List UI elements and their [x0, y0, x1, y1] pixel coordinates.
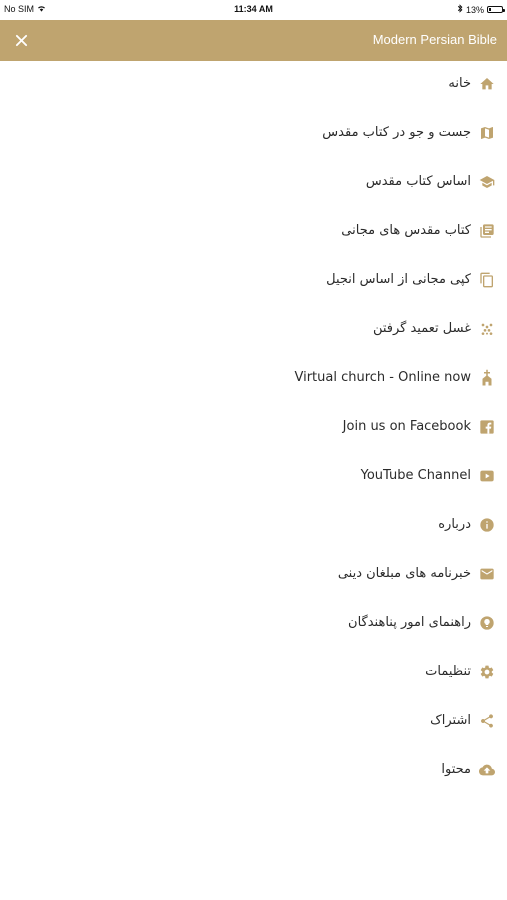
- menu-item-search-bible[interactable]: جست و جو در کتاب مقدس: [0, 110, 507, 159]
- menu-item-missionary-newsletters[interactable]: خبرنامه های مبلغان دینی: [0, 551, 507, 600]
- drawer-menu: خانه جست و جو در کتاب مقدس اساس کتاب مقد…: [0, 61, 507, 796]
- menu-item-label: درباره: [438, 517, 471, 532]
- menu-item-content[interactable]: محتوا: [0, 747, 507, 796]
- drawer-header: Modern Persian Bible: [0, 20, 507, 61]
- bluetooth-icon: [457, 4, 463, 15]
- status-right: 13%: [457, 4, 505, 15]
- battery-icon: [487, 6, 505, 13]
- mail-icon: [477, 564, 497, 584]
- battery-level: [489, 8, 491, 11]
- copy-icon: [477, 270, 497, 290]
- map-icon: [477, 123, 497, 143]
- menu-item-label: Virtual church - Online now: [294, 370, 471, 385]
- menu-item-label: خانه: [448, 76, 471, 91]
- menu-item-label: تنظیمات: [425, 664, 471, 679]
- menu-item-about[interactable]: درباره: [0, 502, 507, 551]
- facebook-icon: [477, 417, 497, 437]
- info-icon: [477, 515, 497, 535]
- menu-item-bible-basics[interactable]: اساس کتاب مقدس: [0, 159, 507, 208]
- menu-item-baptism[interactable]: غسل تعمید گرفتن: [0, 306, 507, 355]
- cloud-upload-icon: [477, 760, 497, 780]
- menu-item-label: غسل تعمید گرفتن: [372, 321, 471, 336]
- menu-item-home[interactable]: خانه: [0, 61, 507, 110]
- sparkle-icon: [477, 319, 497, 339]
- battery-percent: 13%: [465, 4, 484, 15]
- graduation-cap-icon: [477, 172, 497, 192]
- status-bar: No SIM 11:34 AM 13%: [0, 0, 507, 20]
- menu-item-facebook[interactable]: Join us on Facebook: [0, 404, 507, 453]
- menu-item-label: اشتراک: [430, 713, 471, 728]
- menu-item-settings[interactable]: تنظیمات: [0, 649, 507, 698]
- close-icon: [15, 34, 27, 46]
- close-button[interactable]: [8, 26, 34, 54]
- menu-item-share[interactable]: اشتراک: [0, 698, 507, 747]
- menu-item-label: خبرنامه های مبلغان دینی: [337, 566, 471, 581]
- gear-icon: [477, 662, 497, 682]
- menu-item-youtube[interactable]: YouTube Channel: [0, 453, 507, 502]
- menu-item-free-copy[interactable]: کپی مجانی از اساس انجیل: [0, 257, 507, 306]
- menu-item-free-bibles[interactable]: کتاب مقدس های مجانی: [0, 208, 507, 257]
- library-books-icon: [477, 221, 497, 241]
- menu-item-virtual-church[interactable]: Virtual church - Online now: [0, 355, 507, 404]
- menu-item-label: محتوا: [441, 762, 471, 777]
- church-icon: [477, 368, 497, 388]
- lightbulb-icon: [477, 613, 497, 633]
- menu-item-label: راهنمای امور پناهندگان: [348, 615, 471, 630]
- home-icon: [477, 74, 497, 94]
- menu-item-refugee-guide[interactable]: راهنمای امور پناهندگان: [0, 600, 507, 649]
- menu-item-label: اساس کتاب مقدس: [365, 174, 471, 189]
- menu-item-label: کپی مجانی از اساس انجیل: [326, 272, 471, 287]
- youtube-icon: [477, 466, 497, 486]
- app-title: Modern Persian Bible: [372, 32, 497, 47]
- menu-item-label: کتاب مقدس های مجانی: [341, 223, 471, 238]
- share-icon: [477, 711, 497, 731]
- menu-item-label: YouTube Channel: [360, 468, 471, 483]
- status-time: 11:34 AM: [234, 4, 273, 14]
- menu-item-label: جست و جو در کتاب مقدس: [322, 125, 471, 140]
- menu-item-label: Join us on Facebook: [342, 419, 471, 434]
